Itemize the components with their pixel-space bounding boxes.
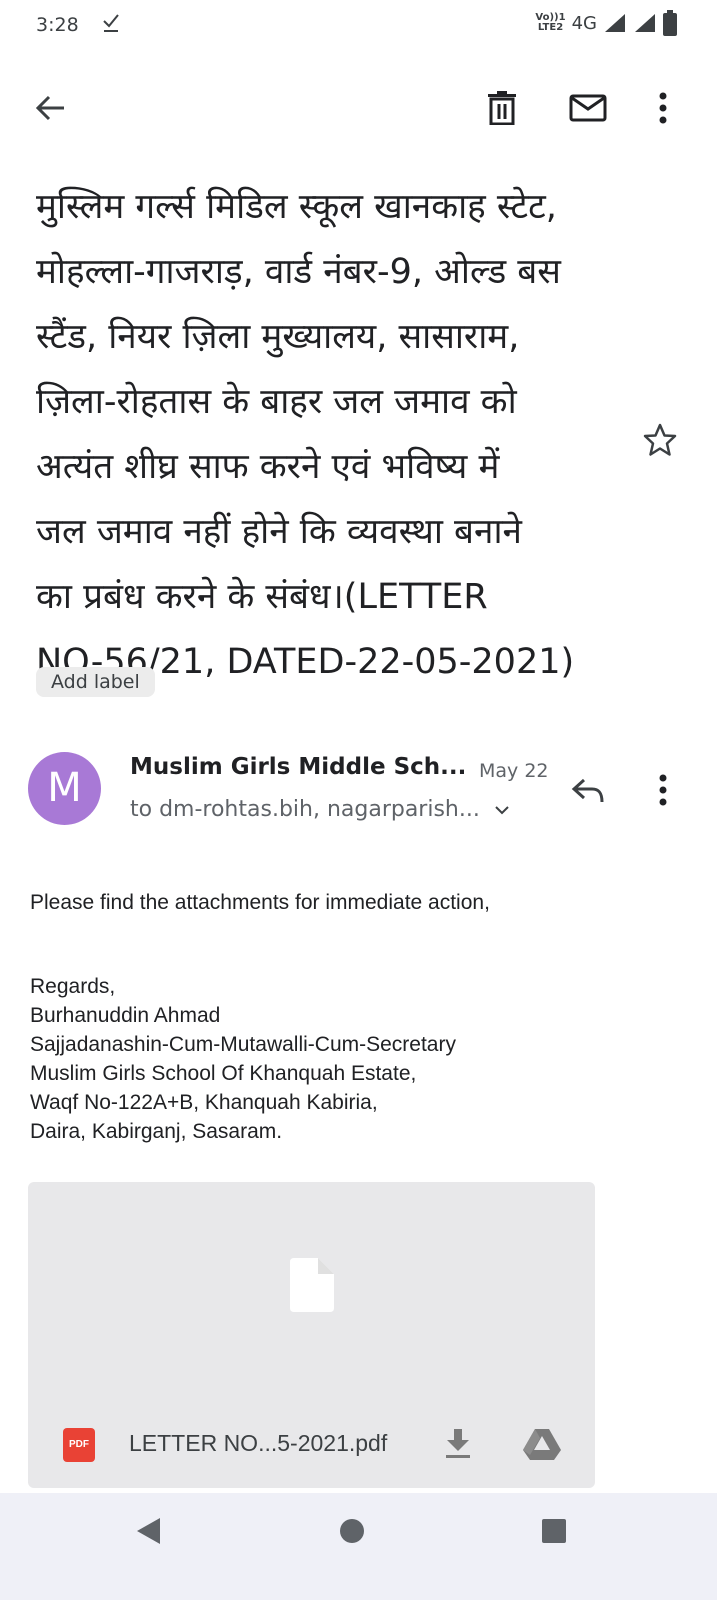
arrow-left-icon [35,95,64,121]
recipients-text: to dm-rohtas.bih, nagarparish... [130,797,480,822]
email-date: May 22 [479,760,549,782]
more-options-button[interactable] [648,86,678,130]
trash-icon [488,91,516,125]
attachment-card[interactable]: PDF LETTER NO...5-2021.pdf [28,1182,595,1488]
attachment-file-name[interactable]: LETTER NO...5-2021.pdf [129,1430,387,1457]
signature-line: Sajjadanashin-Cum-Mutawalli-Cum-Secretar… [30,1033,456,1056]
add-label-chip[interactable]: Add label [36,667,155,697]
subject-line: जल जमाव नहीं होने कि व्यवस्था बनाने [36,512,522,552]
battery-icon [663,10,677,36]
drive-icon [523,1429,561,1460]
avatar[interactable]: M [28,752,101,825]
message-more-button[interactable] [648,768,678,812]
file-icon [290,1258,334,1312]
subject-line: स्टैंड, नियर ज़िला मुख्यालय, सासाराम, [36,317,520,357]
star-icon [643,423,677,456]
more-vert-icon [659,774,667,806]
email-body: Please find the attachments for immediat… [30,888,490,1146]
signature-line: Waqf No-122A+B, Khanquah Kabiria, [30,1091,378,1114]
signal-icon-2 [635,14,655,32]
star-button[interactable] [640,420,680,460]
subject-line: मुस्लिम गर्ल्स मिडिल स्कूल खानकाह स्टेट, [36,187,557,227]
signature-line: Daira, Kabirganj, Sasaram. [30,1120,283,1143]
subject-line: का प्रबंध करने के संबंध।(LETTER [36,577,488,617]
mail-icon [569,94,607,122]
attachment-bar: PDF LETTER NO...5-2021.pdf [28,1402,595,1488]
save-to-drive-button[interactable] [520,1422,564,1466]
network-type: 4G [571,12,597,34]
download-done-icon [103,14,119,32]
volte-indicator: Vo))1 LTE2 [535,13,565,33]
signature-line: Regards, [30,975,116,998]
body-paragraph: Please find the attachments for immediat… [30,891,490,914]
mark-unread-button[interactable] [566,86,610,130]
subject-line: अत्यंत शीघ्र साफ करने एवं भविष्य में [36,447,500,487]
email-subject: मुस्लिम गर्ल्स मिडिल स्कूल खानकाह स्टेट,… [36,175,626,695]
reply-button[interactable] [566,768,610,812]
sender-name: Muslim Girls Middle Sch... [130,754,467,780]
nav-home-icon[interactable] [339,1518,365,1544]
volte-line2: LTE2 [537,22,564,33]
system-nav-bar [0,1493,717,1600]
download-button[interactable] [438,1422,478,1466]
signature-line: Muslim Girls School Of Khanquah Estate, [30,1062,417,1085]
more-vert-icon [659,92,667,124]
nav-recents-icon[interactable] [541,1518,567,1544]
recipients-toggle[interactable]: to dm-rohtas.bih, nagarparish... [130,797,510,822]
download-icon [446,1429,470,1458]
back-button[interactable] [28,86,72,130]
subject-line: मोहल्ला-गाजराड़, वार्ड नंबर-9, ओल्ड बस [36,252,561,292]
subject-line: ज़िला-रोहतास के बाहर जल जमाव को [36,382,517,422]
signature-line: Burhanuddin Ahmad [30,1004,221,1027]
nav-back-icon[interactable] [134,1516,162,1546]
reply-icon [571,778,604,803]
delete-button[interactable] [480,84,524,132]
chevron-down-icon [495,805,509,814]
signal-icon [605,14,625,32]
status-indicators: Vo))1 LTE2 4G [535,10,677,36]
status-time: 3:28 [36,14,79,36]
pdf-icon: PDF [63,1428,95,1462]
